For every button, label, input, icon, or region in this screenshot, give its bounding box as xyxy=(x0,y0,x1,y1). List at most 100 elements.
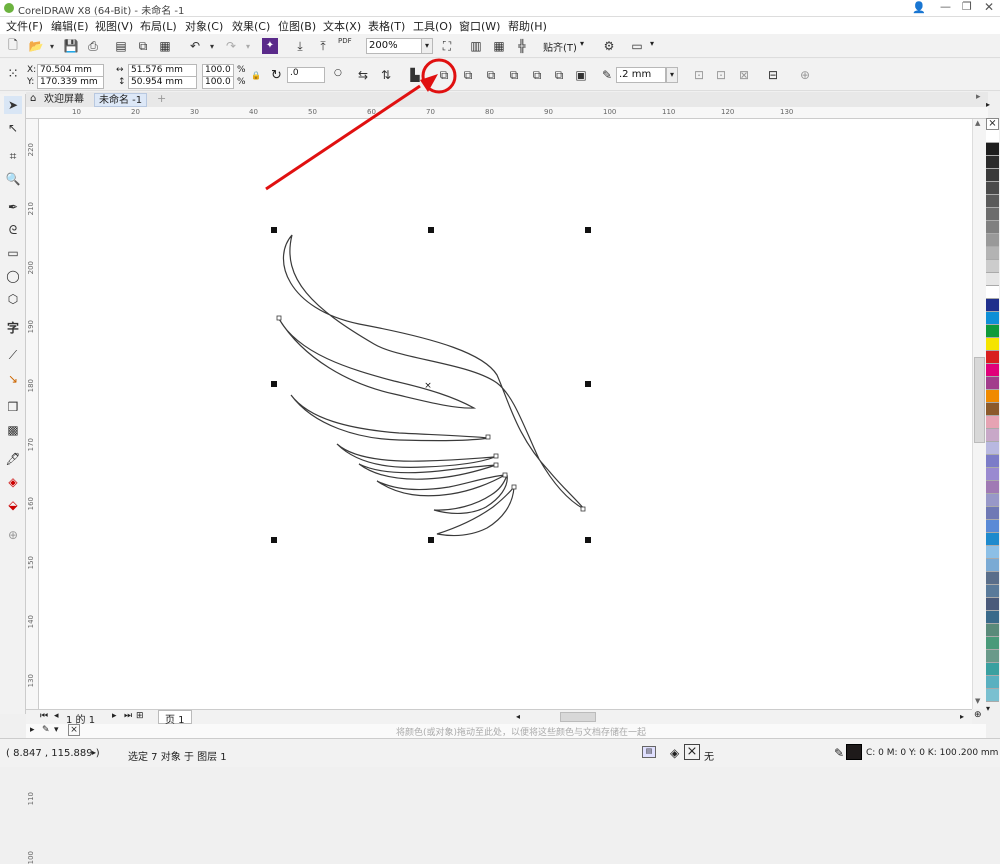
status-arrow-icon[interactable]: ▸ xyxy=(92,748,96,757)
palette-swatch[interactable] xyxy=(986,650,999,663)
restore-button[interactable]: ❐ xyxy=(962,0,972,13)
smart-fill-icon[interactable]: ⬙ xyxy=(4,496,22,514)
palette-swatch[interactable] xyxy=(986,533,999,546)
palette-swatch[interactable] xyxy=(986,364,999,377)
drawing-canvas[interactable]: × xyxy=(39,119,972,709)
shape-tool-icon[interactable]: ↖ xyxy=(4,119,22,137)
zoom-dropdown-icon[interactable]: ▾ xyxy=(421,38,433,54)
palette-swatch[interactable] xyxy=(986,455,999,468)
group-icon[interactable]: ⊡ xyxy=(690,66,708,84)
zoom-tool-icon[interactable]: 🔍 xyxy=(4,170,22,188)
palette-swatch[interactable] xyxy=(986,325,999,338)
scroll-up-icon[interactable]: ▲ xyxy=(975,119,980,127)
new-document-icon[interactable]: 🗋 xyxy=(4,37,22,55)
palette-swatch[interactable] xyxy=(986,260,999,273)
menu-edit[interactable]: 编辑(E) xyxy=(51,18,89,34)
redo-icon[interactable]: ↷ xyxy=(222,37,240,55)
palette-swatch[interactable] xyxy=(986,520,999,533)
pick-tool-icon[interactable]: ➤ xyxy=(4,96,22,114)
snap-dropdown-icon[interactable]: ▾ xyxy=(580,39,584,48)
search-content-icon[interactable]: ✦ xyxy=(262,38,278,54)
wing-drawing[interactable]: × xyxy=(39,119,972,709)
outline-width-dropdown-icon[interactable]: ▾ xyxy=(666,67,678,83)
tab-document[interactable]: 未命名 -1 xyxy=(94,93,148,107)
vertical-ruler[interactable]: 220210200190180170160150140130120110100 xyxy=(26,119,39,864)
menu-tools[interactable]: 工具(O) xyxy=(413,18,452,34)
mirror-vertical-icon[interactable]: ⇅ xyxy=(377,66,395,84)
back-minus-front-icon[interactable]: ⧉ xyxy=(528,66,546,84)
open-dropdown-icon[interactable]: ▾ xyxy=(43,37,61,55)
cut-icon[interactable]: ▤ xyxy=(112,37,130,55)
palette-swatch[interactable] xyxy=(986,676,999,689)
palette-swatch[interactable] xyxy=(986,390,999,403)
hscroll-left-icon[interactable]: ◂ xyxy=(516,712,520,721)
palette-no-color-icon[interactable]: ⨯ xyxy=(68,724,80,736)
palette-swatch[interactable] xyxy=(986,637,999,650)
undo-icon[interactable]: ↶ xyxy=(186,37,204,55)
app-launcher-icon[interactable]: ▭ xyxy=(628,37,646,55)
horizontal-ruler[interactable]: 10 20 30 40 50 60 70 80 90 100 110 120 130 xyxy=(26,107,988,119)
scale-y-field[interactable]: 100.0 xyxy=(202,76,234,89)
palette-swatch[interactable] xyxy=(986,416,999,429)
add-tool-icon[interactable]: ⊕ xyxy=(4,526,22,544)
palette-swatch[interactable] xyxy=(986,221,999,234)
rotation-angle-field[interactable]: .0 xyxy=(287,67,325,83)
y-position-field[interactable]: 170.339 mm xyxy=(37,76,104,89)
ellipse-tool-icon[interactable]: ◯ xyxy=(4,267,22,285)
palette-swatch[interactable] xyxy=(986,585,999,598)
outline-color-swatch[interactable] xyxy=(846,744,862,760)
save-icon[interactable]: 💾 xyxy=(62,37,80,55)
palette-swatch[interactable] xyxy=(986,403,999,416)
palette-swatch[interactable] xyxy=(986,559,999,572)
palette-swatch[interactable] xyxy=(986,624,999,637)
weld-icon[interactable]: ▙ xyxy=(406,66,424,84)
ungroup-all-icon[interactable]: ⊠ xyxy=(735,66,753,84)
tab-welcome[interactable]: 欢迎屏幕 xyxy=(40,93,88,107)
menu-bitmaps[interactable]: 位图(B) xyxy=(278,18,316,34)
menu-view[interactable]: 视图(V) xyxy=(95,18,133,34)
app-launcher-dropdown-icon[interactable]: ▾ xyxy=(650,39,654,48)
palette-swatch[interactable] xyxy=(986,572,999,585)
palette-swatch[interactable] xyxy=(986,312,999,325)
show-grid-icon[interactable]: ▦ xyxy=(490,37,508,55)
palette-swatch[interactable] xyxy=(986,611,999,624)
drop-shadow-tool-icon[interactable]: ❒ xyxy=(4,398,22,416)
palette-swatch[interactable] xyxy=(986,273,999,286)
parallel-dimension-tool-icon[interactable]: ⟋ xyxy=(4,346,22,364)
transparency-tool-icon[interactable]: ▩ xyxy=(4,421,22,439)
palette-swatch[interactable] xyxy=(986,195,999,208)
menu-window[interactable]: 窗口(W) xyxy=(459,18,500,34)
horizontal-scroll-thumb[interactable] xyxy=(560,712,596,722)
next-page-icon[interactable]: ▸ xyxy=(112,711,117,721)
first-page-icon[interactable]: ⏮ xyxy=(40,711,48,721)
palette-menu-icon[interactable]: ▸ xyxy=(30,725,35,735)
no-color-swatch[interactable]: ⨯ xyxy=(986,118,999,130)
palette-options-icon[interactable]: ▾ xyxy=(54,725,59,735)
palette-swatch[interactable] xyxy=(986,377,999,390)
palette-swatch[interactable] xyxy=(986,338,999,351)
vertical-scrollbar[interactable]: ▲ ▼ xyxy=(972,119,986,709)
palette-swatch[interactable] xyxy=(986,689,999,702)
palette-swatch[interactable] xyxy=(986,143,999,156)
align-distribute-icon[interactable]: ⊟ xyxy=(764,66,782,84)
palette-swatch[interactable] xyxy=(986,299,999,312)
vertical-scroll-thumb[interactable] xyxy=(974,357,985,443)
quick-customize-icon[interactable]: ⊕ xyxy=(796,66,814,84)
artistic-media-tool-icon[interactable]: ᘓ xyxy=(4,221,22,239)
text-tool-icon[interactable]: 字 xyxy=(4,318,22,336)
zoom-level-field[interactable]: 200% xyxy=(366,38,422,54)
fill-none-swatch[interactable]: ⨯ xyxy=(684,744,700,760)
palette-scroll-up-icon[interactable]: ▸ xyxy=(986,100,990,109)
palette-swatch[interactable] xyxy=(986,156,999,169)
connector-tool-icon[interactable]: ↘ xyxy=(4,370,22,388)
color-eyedropper-icon[interactable]: 🖋 xyxy=(4,450,22,468)
full-screen-icon[interactable]: ⛶ xyxy=(438,37,456,55)
page-tab[interactable]: 页 1 xyxy=(158,710,192,726)
menu-object[interactable]: 对象(C) xyxy=(185,18,223,34)
eyedropper-small-icon[interactable]: ✎ xyxy=(42,725,50,735)
copy-icon[interactable]: ⧉ xyxy=(134,37,152,55)
menu-text[interactable]: 文本(X) xyxy=(323,18,361,34)
palette-swatch[interactable] xyxy=(986,234,999,247)
menu-layout[interactable]: 布局(L) xyxy=(140,18,177,34)
combine-icon[interactable]: ▣ xyxy=(572,66,590,84)
